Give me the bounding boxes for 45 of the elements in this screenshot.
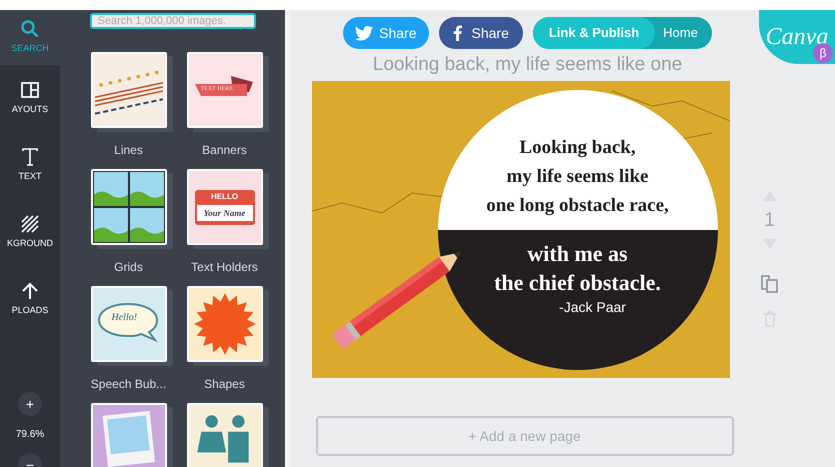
copy-icon[interactable] bbox=[760, 275, 778, 293]
quote-line: my life seems like bbox=[506, 165, 648, 189]
quote-line: one long obstacle race, bbox=[486, 194, 669, 218]
quote-line: Looking back, bbox=[519, 136, 636, 160]
quote-line: with me as bbox=[527, 240, 628, 268]
nav-label: AYOUTS bbox=[12, 103, 48, 116]
page-number: 1 bbox=[764, 209, 776, 231]
nav-label: KGROUND bbox=[6, 237, 53, 250]
tag-title: HELLO bbox=[210, 192, 238, 202]
nav-tab[interactable]: AYOUTS bbox=[0, 65, 60, 132]
search-field[interactable]: Search 1,000,000 images. bbox=[90, 13, 256, 29]
category-label: Lines bbox=[114, 142, 143, 159]
bubble-text: Hello! bbox=[112, 312, 138, 324]
quote-line: the chief obstacle. bbox=[494, 269, 661, 297]
zoom-out-button[interactable]: − bbox=[18, 453, 42, 467]
people-drawing bbox=[188, 405, 260, 467]
starburst-drawing bbox=[188, 288, 260, 360]
category-label: Speech Bub... bbox=[90, 376, 166, 393]
facebook-share-button[interactable]: Share bbox=[438, 17, 523, 49]
category-label: Banners bbox=[202, 142, 247, 159]
zoom-in-button[interactable]: + bbox=[18, 392, 42, 416]
nav-tab[interactable]: SEARCH bbox=[0, 10, 60, 65]
layout-icon bbox=[20, 80, 40, 100]
category-label: Text Holders bbox=[191, 259, 258, 276]
speech-bubble-drawing bbox=[96, 302, 158, 344]
tag-name: Your Name bbox=[196, 204, 252, 220]
landscape-grid-drawing bbox=[92, 171, 164, 243]
category-label: Grids bbox=[114, 259, 143, 276]
category-label: Shapes bbox=[204, 376, 245, 393]
zoom-level: 79.6% bbox=[14, 428, 46, 442]
lines-drawing bbox=[92, 54, 164, 126]
nav-tab[interactable]: KGROUND bbox=[0, 199, 60, 266]
quote-author: -Jack Paar bbox=[559, 298, 626, 317]
text-icon bbox=[20, 147, 40, 168]
search-icon bbox=[20, 19, 40, 40]
nav-tab[interactable]: PLOADS bbox=[0, 266, 60, 333]
nav-label: TEXT bbox=[18, 170, 42, 184]
nav-tab[interactable]: TEXT bbox=[0, 132, 60, 199]
hatch-icon bbox=[20, 214, 40, 234]
bird-icon bbox=[355, 26, 374, 40]
photo-frame-drawing bbox=[92, 405, 164, 467]
nav-label: SEARCH bbox=[11, 42, 49, 56]
f-letter-icon bbox=[452, 25, 462, 41]
upload-arrow-icon bbox=[20, 281, 40, 302]
nav-label: PLOADS bbox=[12, 304, 48, 318]
